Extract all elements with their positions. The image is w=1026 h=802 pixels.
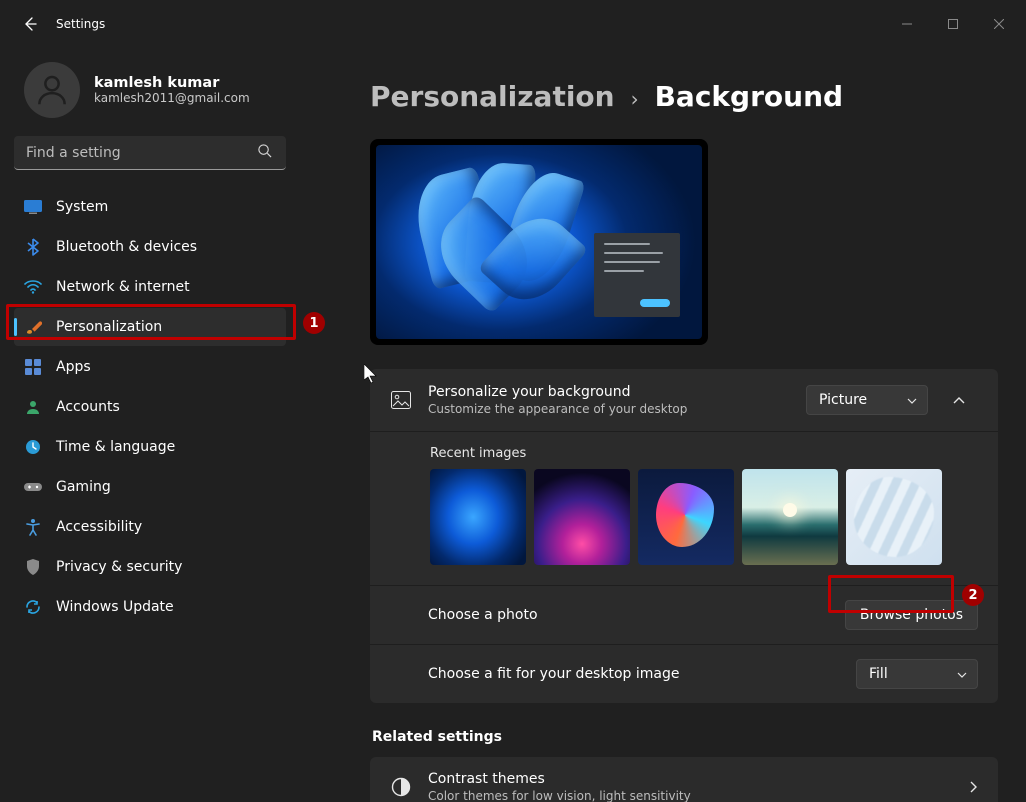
recent-images-list (430, 469, 978, 565)
nav-apps[interactable]: Apps (14, 348, 286, 386)
search-container (14, 136, 286, 170)
background-type-dropdown[interactable]: Picture (806, 385, 928, 415)
nav-bluetooth[interactable]: Bluetooth & devices (14, 228, 286, 266)
recent-images-label: Recent images (430, 446, 978, 461)
shield-icon (24, 558, 42, 576)
system-icon (24, 198, 42, 216)
wifi-icon (24, 278, 42, 296)
recent-image-thumb[interactable] (846, 469, 942, 565)
paintbrush-icon (24, 318, 42, 336)
contrast-themes-row[interactable]: Contrast themes Color themes for low vis… (370, 757, 998, 802)
user-icon (33, 71, 71, 109)
nav-label: System (56, 199, 108, 215)
maximize-icon (948, 19, 958, 29)
clock-icon (24, 438, 42, 456)
nav-network[interactable]: Network & internet (14, 268, 286, 306)
gaming-icon (24, 478, 42, 496)
fit-label: Choose a fit for your desktop image (428, 666, 856, 682)
search-input[interactable] (14, 136, 286, 170)
chevron-up-icon (953, 397, 965, 404)
avatar (24, 62, 80, 118)
recent-image-thumb[interactable] (430, 469, 526, 565)
nav-time-language[interactable]: Time & language (14, 428, 286, 466)
minimize-icon (902, 19, 912, 29)
accessibility-icon (24, 518, 42, 536)
close-button[interactable] (976, 8, 1022, 40)
nav-accounts[interactable]: Accounts (14, 388, 286, 426)
user-email: kamlesh2011@gmail.com (94, 91, 250, 105)
close-icon (994, 19, 1004, 29)
breadcrumb-parent[interactable]: Personalization (370, 80, 615, 113)
titlebar: Settings (0, 0, 1026, 48)
apps-icon (24, 358, 42, 376)
accounts-icon (24, 398, 42, 416)
breadcrumb-current: Background (655, 80, 843, 113)
nav-label: Accessibility (56, 519, 142, 535)
chevron-down-icon (907, 392, 917, 408)
user-name: kamlesh kumar (94, 75, 250, 91)
update-icon (24, 598, 42, 616)
nav-windows-update[interactable]: Windows Update (14, 588, 286, 626)
recent-image-thumb[interactable] (534, 469, 630, 565)
chevron-right-icon (970, 778, 978, 797)
related-panel: Contrast themes Color themes for low vis… (370, 757, 998, 802)
nav-system[interactable]: System (14, 188, 286, 226)
contrast-icon (390, 776, 412, 798)
nav-label: Privacy & security (56, 559, 182, 575)
nav-privacy[interactable]: Privacy & security (14, 548, 286, 586)
nav-label: Windows Update (56, 599, 174, 615)
recent-image-thumb[interactable] (638, 469, 734, 565)
minimize-button[interactable] (884, 8, 930, 40)
preview-window (594, 233, 680, 317)
nav-label: Apps (56, 359, 91, 375)
background-panel: Personalize your background Customize th… (370, 369, 998, 703)
nav-gaming[interactable]: Gaming (14, 468, 286, 506)
chevron-right-icon: › (631, 87, 639, 111)
nav-label: Personalization (56, 319, 162, 335)
arrow-left-icon (22, 16, 38, 32)
nav-label: Accounts (56, 399, 120, 415)
dropdown-value: Fill (869, 666, 888, 682)
fit-dropdown[interactable]: Fill (856, 659, 978, 689)
browse-photos-button[interactable]: Browse photos (845, 600, 978, 630)
nav-label: Network & internet (56, 279, 190, 295)
window-title: Settings (56, 17, 105, 31)
related-settings-heading: Related settings (372, 729, 998, 745)
content-area: Personalization › Background (300, 48, 1026, 802)
window-controls (884, 8, 1022, 40)
maximize-button[interactable] (930, 8, 976, 40)
nav-label: Time & language (56, 439, 175, 455)
nav-label: Bluetooth & devices (56, 239, 197, 255)
bluetooth-icon (24, 238, 42, 256)
nav-personalization[interactable]: Personalization (14, 308, 286, 346)
contrast-subtitle: Color themes for low vision, light sensi… (428, 789, 970, 802)
nav-list: System Bluetooth & devices Network & int… (14, 188, 296, 626)
sidebar: kamlesh kumar kamlesh2011@gmail.com Syst… (0, 48, 300, 802)
collapse-button[interactable] (940, 383, 978, 417)
user-block[interactable]: kamlesh kumar kamlesh2011@gmail.com (14, 56, 296, 136)
personalize-title: Personalize your background (428, 384, 806, 400)
contrast-title: Contrast themes (428, 771, 970, 787)
choose-photo-label: Choose a photo (428, 607, 845, 623)
nav-label: Gaming (56, 479, 111, 495)
nav-accessibility[interactable]: Accessibility (14, 508, 286, 546)
personalize-subtitle: Customize the appearance of your desktop (428, 402, 806, 416)
breadcrumb: Personalization › Background (370, 80, 998, 113)
back-button[interactable] (10, 4, 50, 44)
desktop-preview (370, 139, 708, 345)
search-icon (257, 143, 272, 162)
image-icon (390, 389, 412, 411)
chevron-down-icon (957, 666, 967, 682)
dropdown-value: Picture (819, 392, 867, 408)
recent-image-thumb[interactable] (742, 469, 838, 565)
